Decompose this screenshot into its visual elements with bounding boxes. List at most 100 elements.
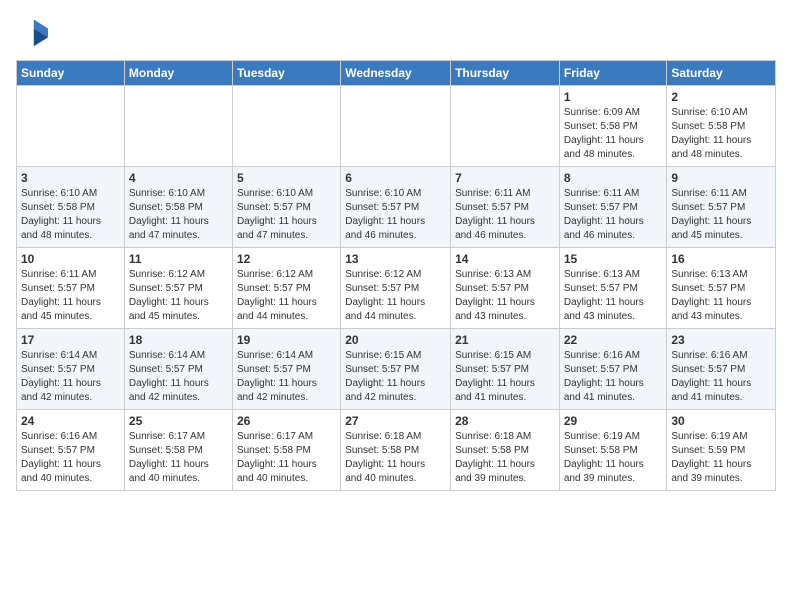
day-number: 23 — [671, 333, 771, 347]
calendar-cell: 26 Sunrise: 6:17 AM Sunset: 5:58 PM Dayli… — [232, 410, 340, 491]
day-number: 13 — [345, 252, 446, 266]
day-number: 25 — [129, 414, 228, 428]
calendar-cell: 2 Sunrise: 6:10 AM Sunset: 5:58 PM Daylig… — [667, 86, 776, 167]
day-number: 18 — [129, 333, 228, 347]
day-info: Sunrise: 6:14 AM Sunset: 5:57 PM Dayligh… — [129, 349, 228, 405]
calendar-cell: 16 Sunrise: 6:13 AM Sunset: 5:57 PM Dayli… — [667, 248, 776, 329]
day-number: 7 — [455, 171, 555, 185]
calendar: SundayMondayTuesdayWednesdayThursdayFrid… — [16, 60, 776, 491]
day-number: 21 — [455, 333, 555, 347]
calendar-cell: 30 Sunrise: 6:19 AM Sunset: 5:59 PM Dayli… — [667, 410, 776, 491]
day-info: Sunrise: 6:13 AM Sunset: 5:57 PM Dayligh… — [455, 268, 555, 324]
day-info: Sunrise: 6:10 AM Sunset: 5:58 PM Dayligh… — [671, 106, 771, 162]
day-number: 10 — [21, 252, 120, 266]
calendar-cell — [124, 86, 232, 167]
day-number: 5 — [237, 171, 336, 185]
calendar-header-cell: Sunday — [17, 61, 125, 86]
day-info: Sunrise: 6:10 AM Sunset: 5:57 PM Dayligh… — [345, 187, 446, 243]
day-info: Sunrise: 6:19 AM Sunset: 5:59 PM Dayligh… — [671, 430, 771, 486]
calendar-cell: 14 Sunrise: 6:13 AM Sunset: 5:57 PM Dayli… — [451, 248, 560, 329]
logo — [16, 16, 52, 48]
calendar-cell: 1 Sunrise: 6:09 AM Sunset: 5:58 PM Daylig… — [559, 86, 667, 167]
calendar-cell: 29Sunrise: 6:19 AM Sunset: 5:58 PM Dayli… — [559, 410, 667, 491]
calendar-cell: 25 Sunrise: 6:17 AM Sunset: 5:58 PM Dayli… — [124, 410, 232, 491]
day-info: Sunrise: 6:18 AM Sunset: 5:58 PM Dayligh… — [345, 430, 446, 486]
day-number: 28 — [455, 414, 555, 428]
calendar-body: 1 Sunrise: 6:09 AM Sunset: 5:58 PM Daylig… — [17, 86, 776, 491]
calendar-cell: 6 Sunrise: 6:10 AM Sunset: 5:57 PM Daylig… — [341, 167, 451, 248]
calendar-cell: 10 Sunrise: 6:11 AM Sunset: 5:57 PM Dayli… — [17, 248, 125, 329]
calendar-cell: 22 Sunrise: 6:16 AM Sunset: 5:57 PM Dayli… — [559, 329, 667, 410]
day-number: 1 — [564, 90, 663, 104]
calendar-cell: 15 Sunrise: 6:13 AM Sunset: 5:57 PM Dayli… — [559, 248, 667, 329]
header — [16, 16, 776, 48]
calendar-cell — [232, 86, 340, 167]
day-info: Sunrise: 6:13 AM Sunset: 5:57 PM Dayligh… — [564, 268, 663, 324]
day-info: Sunrise: 6:12 AM Sunset: 5:57 PM Dayligh… — [129, 268, 228, 324]
day-info: Sunrise: 6:15 AM Sunset: 5:57 PM Dayligh… — [345, 349, 446, 405]
day-info: Sunrise: 6:15 AM Sunset: 5:57 PM Dayligh… — [455, 349, 555, 405]
day-info: Sunrise: 6:19 AM Sunset: 5:58 PM Dayligh… — [564, 430, 663, 486]
calendar-cell: 18 Sunrise: 6:14 AM Sunset: 5:57 PM Dayli… — [124, 329, 232, 410]
day-number: 17 — [21, 333, 120, 347]
calendar-cell: 19 Sunrise: 6:14 AM Sunset: 5:57 PM Dayli… — [232, 329, 340, 410]
calendar-header-cell: Wednesday — [341, 61, 451, 86]
day-info: Sunrise: 6:14 AM Sunset: 5:57 PM Dayligh… — [237, 349, 336, 405]
day-number: 14 — [455, 252, 555, 266]
calendar-row: 17 Sunrise: 6:14 AM Sunset: 5:57 PM Dayli… — [17, 329, 776, 410]
calendar-cell: 20 Sunrise: 6:15 AM Sunset: 5:57 PM Dayli… — [341, 329, 451, 410]
calendar-row: 1 Sunrise: 6:09 AM Sunset: 5:58 PM Daylig… — [17, 86, 776, 167]
calendar-cell: 8 Sunrise: 6:11 AM Sunset: 5:57 PM Daylig… — [559, 167, 667, 248]
day-info: Sunrise: 6:16 AM Sunset: 5:57 PM Dayligh… — [564, 349, 663, 405]
logo-icon — [16, 16, 48, 48]
day-number: 26 — [237, 414, 336, 428]
calendar-cell — [341, 86, 451, 167]
day-number: 4 — [129, 171, 228, 185]
calendar-cell: 13Sunrise: 6:12 AM Sunset: 5:57 PM Dayli… — [341, 248, 451, 329]
day-number: 16 — [671, 252, 771, 266]
calendar-header-cell: Monday — [124, 61, 232, 86]
calendar-cell: 23Sunrise: 6:16 AM Sunset: 5:57 PM Dayli… — [667, 329, 776, 410]
day-info: Sunrise: 6:16 AM Sunset: 5:57 PM Dayligh… — [21, 430, 120, 486]
day-number: 8 — [564, 171, 663, 185]
calendar-cell: 7 Sunrise: 6:11 AM Sunset: 5:57 PM Daylig… — [451, 167, 560, 248]
calendar-row: 10 Sunrise: 6:11 AM Sunset: 5:57 PM Dayli… — [17, 248, 776, 329]
day-info: Sunrise: 6:18 AM Sunset: 5:58 PM Dayligh… — [455, 430, 555, 486]
day-number: 15 — [564, 252, 663, 266]
day-info: Sunrise: 6:10 AM Sunset: 5:57 PM Dayligh… — [237, 187, 336, 243]
day-info: Sunrise: 6:10 AM Sunset: 5:58 PM Dayligh… — [129, 187, 228, 243]
calendar-header-cell: Saturday — [667, 61, 776, 86]
day-info: Sunrise: 6:14 AM Sunset: 5:57 PM Dayligh… — [21, 349, 120, 405]
day-info: Sunrise: 6:17 AM Sunset: 5:58 PM Dayligh… — [237, 430, 336, 486]
calendar-header-row: SundayMondayTuesdayWednesdayThursdayFrid… — [17, 61, 776, 86]
calendar-cell: 27 Sunrise: 6:18 AM Sunset: 5:58 PM Dayli… — [341, 410, 451, 491]
calendar-header-cell: Tuesday — [232, 61, 340, 86]
day-number: 30 — [671, 414, 771, 428]
calendar-cell: 11 Sunrise: 6:12 AM Sunset: 5:57 PM Dayli… — [124, 248, 232, 329]
calendar-row: 3Sunrise: 6:10 AM Sunset: 5:58 PM Daylig… — [17, 167, 776, 248]
day-number: 19 — [237, 333, 336, 347]
day-info: Sunrise: 6:17 AM Sunset: 5:58 PM Dayligh… — [129, 430, 228, 486]
day-info: Sunrise: 6:13 AM Sunset: 5:57 PM Dayligh… — [671, 268, 771, 324]
day-number: 9 — [671, 171, 771, 185]
calendar-cell: 21 Sunrise: 6:15 AM Sunset: 5:57 PM Dayli… — [451, 329, 560, 410]
calendar-header-cell: Friday — [559, 61, 667, 86]
calendar-cell: 24Sunrise: 6:16 AM Sunset: 5:57 PM Dayli… — [17, 410, 125, 491]
calendar-cell: 9 Sunrise: 6:11 AM Sunset: 5:57 PM Daylig… — [667, 167, 776, 248]
day-number: 2 — [671, 90, 771, 104]
day-number: 12 — [237, 252, 336, 266]
day-number: 20 — [345, 333, 446, 347]
calendar-cell: 28 Sunrise: 6:18 AM Sunset: 5:58 PM Dayli… — [451, 410, 560, 491]
day-number: 22 — [564, 333, 663, 347]
calendar-cell: 3Sunrise: 6:10 AM Sunset: 5:58 PM Daylig… — [17, 167, 125, 248]
day-info: Sunrise: 6:11 AM Sunset: 5:57 PM Dayligh… — [671, 187, 771, 243]
day-info: Sunrise: 6:10 AM Sunset: 5:58 PM Dayligh… — [21, 187, 120, 243]
day-info: Sunrise: 6:11 AM Sunset: 5:57 PM Dayligh… — [21, 268, 120, 324]
day-info: Sunrise: 6:11 AM Sunset: 5:57 PM Dayligh… — [455, 187, 555, 243]
day-info: Sunrise: 6:12 AM Sunset: 5:57 PM Dayligh… — [237, 268, 336, 324]
day-info: Sunrise: 6:09 AM Sunset: 5:58 PM Dayligh… — [564, 106, 663, 162]
day-number: 6 — [345, 171, 446, 185]
day-number: 11 — [129, 252, 228, 266]
day-number: 27 — [345, 414, 446, 428]
day-info: Sunrise: 6:11 AM Sunset: 5:57 PM Dayligh… — [564, 187, 663, 243]
